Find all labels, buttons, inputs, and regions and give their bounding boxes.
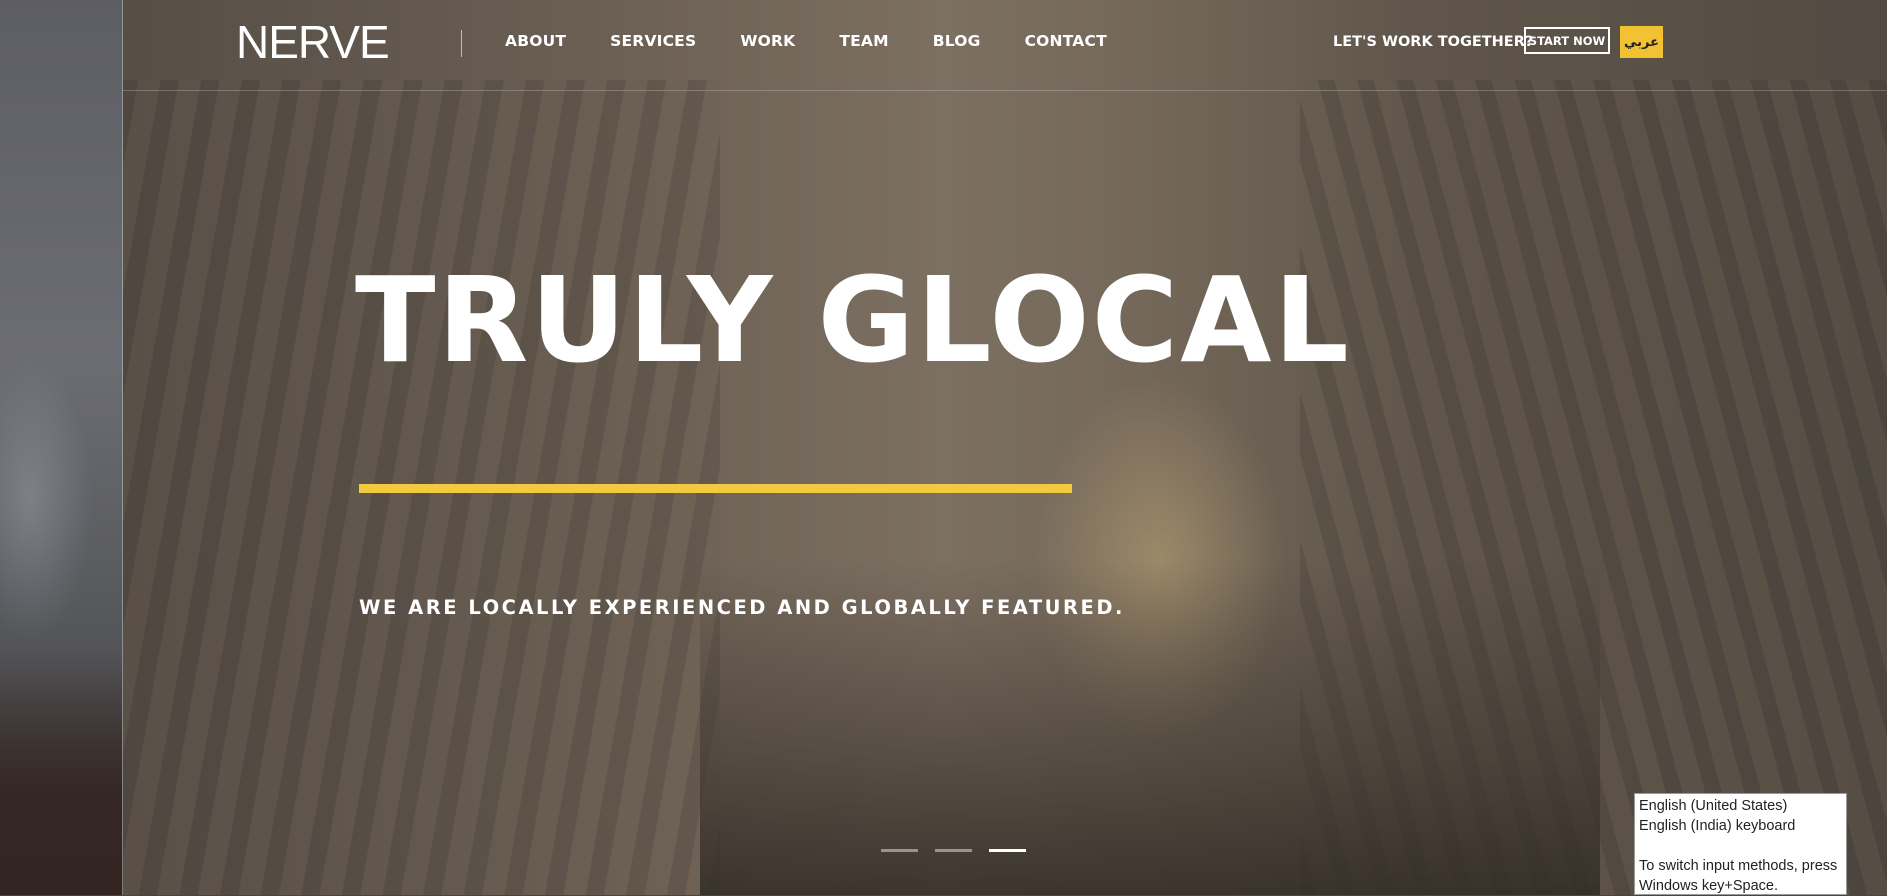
site-header: NERVE ABOUT SERVICES WORK TEAM BLOG CONT… bbox=[122, 0, 1887, 91]
slide-dot-3[interactable] bbox=[989, 849, 1026, 852]
nav-blog[interactable]: BLOG bbox=[933, 32, 981, 50]
header-divider bbox=[461, 30, 462, 57]
panel-image-shadow bbox=[0, 650, 122, 895]
hero-subline: WE ARE LOCALLY EXPERIENCED AND GLOBALLY … bbox=[359, 596, 1125, 619]
arabic-language-button[interactable]: عربي bbox=[1620, 26, 1663, 58]
slider-pagination bbox=[881, 849, 1043, 852]
ime-hint-line2: Windows key+Space. bbox=[1639, 878, 1779, 894]
nav-services[interactable]: SERVICES bbox=[610, 32, 696, 50]
ime-hint-line1: To switch input methods, press bbox=[1639, 858, 1838, 874]
nerve-logo[interactable]: NERVE bbox=[236, 19, 390, 65]
nav-team[interactable]: TEAM bbox=[839, 32, 888, 50]
hero-headline: TRULY GLOCAL bbox=[355, 251, 1351, 389]
ime-keyboard: English (India) keyboard bbox=[1639, 818, 1796, 834]
slide-dot-2[interactable] bbox=[935, 849, 972, 852]
input-method-popup: English (United States) English (India) … bbox=[1634, 793, 1847, 895]
slide-dot-1[interactable] bbox=[881, 849, 918, 852]
start-now-button[interactable]: START NOW bbox=[1524, 27, 1610, 54]
previous-slide-panel[interactable] bbox=[0, 0, 123, 895]
work-together-text: LET'S WORK TOGETHER? bbox=[1333, 34, 1534, 50]
nav-contact[interactable]: CONTACT bbox=[1025, 32, 1107, 50]
ime-language: English (United States) bbox=[1639, 798, 1788, 814]
hero-overlay bbox=[0, 0, 1887, 895]
nav-work[interactable]: WORK bbox=[740, 32, 795, 50]
main-nav: ABOUT SERVICES WORK TEAM BLOG CONTACT bbox=[505, 32, 1151, 50]
nav-about[interactable]: ABOUT bbox=[505, 32, 566, 50]
accent-bar bbox=[359, 484, 1072, 493]
